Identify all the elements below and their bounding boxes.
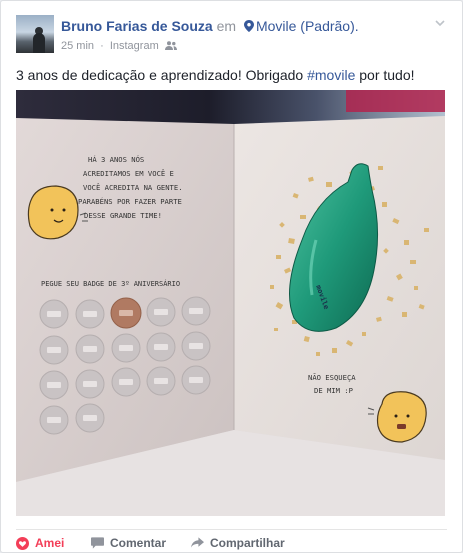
post-message: 3 anos de dedicação e aprendizado! Obrig… [16, 67, 415, 83]
place-link[interactable]: Movile (Padrão). [256, 18, 359, 34]
post-title-line: Bruno Farias de Souza em Movile (Padrão)… [61, 18, 359, 34]
share-icon [191, 537, 204, 548]
post-header: Bruno Farias de Souza em Movile (Padrão)… [16, 15, 450, 55]
author-avatar[interactable] [16, 15, 54, 53]
svg-text:VOCÊ ACREDITA NA GENTE.: VOCÊ ACREDITA NA GENTE. [83, 183, 183, 192]
svg-text:HÁ 3 ANOS NÓS: HÁ 3 ANOS NÓS [88, 155, 144, 164]
friends-audience-icon[interactable] [164, 41, 177, 50]
post-timestamp[interactable]: 25 min [61, 40, 94, 52]
badge-caption: PEGUE SEU BADGE DE 3º ANIVERSÁRIO [41, 279, 180, 288]
author-name[interactable]: Bruno Farias de Souza [61, 18, 213, 34]
svg-text:NÃO ESQUEÇA: NÃO ESQUEÇA [308, 373, 356, 382]
svg-text:DE MIM :P: DE MIM :P [314, 386, 353, 395]
share-label: Compartilhar [210, 536, 285, 550]
post-source[interactable]: Instagram [110, 40, 159, 52]
post-text-start: 3 anos de dedicação e aprendizado! Obrig… [16, 67, 308, 83]
svg-text:PARABÉNS POR FAZER PARTE: PARABÉNS POR FAZER PARTE [78, 197, 182, 206]
post-meta: 25 min · Instagram [61, 40, 177, 52]
post-text-end: por tudo! [355, 67, 415, 83]
comment-label: Comentar [110, 536, 167, 550]
location-pin-icon [243, 20, 254, 32]
share-button[interactable]: Compartilhar [191, 536, 285, 550]
post-card: Bruno Farias de Souza em Movile (Padrão)… [0, 0, 463, 553]
hashtag-link[interactable]: #movile [307, 67, 355, 83]
love-reaction-button[interactable]: Amei [16, 536, 64, 550]
actions-divider [16, 529, 447, 530]
chevron-down-icon[interactable] [434, 17, 446, 29]
post-photo[interactable]: HÁ 3 ANOS NÓS ACREDITAMOS EM VOCÊ E VOCÊ… [16, 90, 445, 516]
love-label: Amei [35, 536, 65, 550]
comment-button[interactable]: Comentar [91, 536, 166, 550]
svg-text:DESSE GRANDE TIME!: DESSE GRANDE TIME! [84, 211, 162, 220]
heart-icon [16, 536, 29, 550]
svg-text:ACREDITAMOS EM VOCÊ E: ACREDITAMOS EM VOCÊ E [83, 169, 174, 178]
meta-separator: · [100, 40, 104, 52]
comment-icon [91, 537, 104, 549]
connector-text: em [216, 18, 237, 34]
